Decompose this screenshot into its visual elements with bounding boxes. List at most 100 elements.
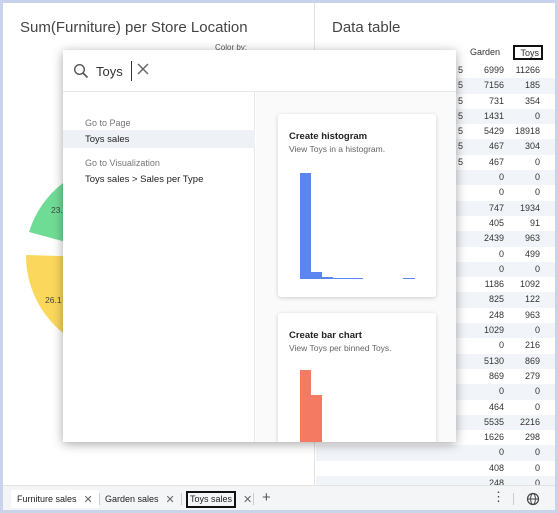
- more-options-button[interactable]: ⋮: [492, 489, 505, 505]
- bar: [311, 395, 322, 442]
- tab-label: Garden sales: [105, 494, 159, 504]
- garden-cell: 731: [488, 95, 504, 106]
- garden-cell: 825: [488, 294, 504, 305]
- toys-cell: 963: [524, 233, 540, 244]
- toys-cell: 304: [524, 141, 540, 152]
- toys-cell: 0: [534, 263, 540, 274]
- garden-cell: 6999: [483, 65, 504, 75]
- create-histogram-card[interactable]: Create histogram View Toys in a histogra…: [278, 114, 436, 297]
- garden-cell: 248: [488, 309, 504, 320]
- garden-cell: 7156: [483, 80, 504, 91]
- close-tab-icon[interactable]: ✕: [166, 493, 175, 506]
- garden-cell: 467: [488, 156, 504, 167]
- toys-cell: 354: [524, 95, 540, 106]
- tab-garden-sales[interactable]: Garden sales ✕: [105, 490, 175, 508]
- toys-cell: 122: [524, 294, 540, 305]
- section-header-go-to-visualization: Go to Visualization: [85, 158, 160, 168]
- toys-cell: 963: [524, 309, 540, 320]
- create-bar-chart-card[interactable]: Create bar chart View Toys per binned To…: [278, 313, 436, 442]
- hist-bar: [311, 272, 322, 279]
- garden-cell: 1626: [483, 432, 504, 443]
- pie-label-yellow: 26.1: [45, 295, 62, 305]
- toys-cell: 2216: [519, 416, 540, 427]
- page-tab-bar: Furniture sales ✕ Garden sales ✕ Toys sa…: [3, 485, 555, 510]
- hist-bar: [300, 173, 311, 279]
- tab-divider: [99, 493, 100, 505]
- garden-cell: 0: [498, 386, 504, 397]
- app-window: Sum(Furniture) per Store Location Color …: [3, 3, 555, 510]
- garden-cell: 5429: [483, 126, 504, 137]
- section-header-go-to-page: Go to Page: [85, 118, 131, 128]
- search-input[interactable]: [96, 61, 132, 81]
- toys-cell: 1092: [519, 279, 540, 290]
- garden-cell: 1029: [483, 325, 504, 336]
- toys-cell: 0: [534, 401, 540, 412]
- add-tab-button[interactable]: +: [262, 489, 271, 506]
- toys-cell: 499: [524, 248, 540, 259]
- result-page-toys-sales[interactable]: Toys sales: [63, 130, 255, 148]
- hist-bar: [403, 278, 415, 279]
- hist-bar: [322, 277, 333, 279]
- garden-cell: 0: [498, 172, 504, 183]
- tab-divider: [181, 493, 182, 505]
- column-header-toys[interactable]: Toys: [513, 45, 543, 60]
- tab-label: Toys sales: [186, 490, 237, 508]
- toys-cell: 0: [534, 187, 540, 198]
- search-dialog: Go to Page Toys sales Go to Visualizatio…: [63, 50, 456, 442]
- toys-cell: 11266: [515, 65, 540, 75]
- toys-cell: 0: [534, 110, 540, 121]
- globe-icon[interactable]: [526, 492, 540, 506]
- toys-cell: 0: [534, 156, 540, 167]
- search-results-list: Go to Page Toys sales Go to Visualizatio…: [63, 92, 255, 442]
- toys-cell: 279: [524, 370, 540, 381]
- garden-cell: 405: [488, 217, 504, 228]
- toys-cell: 0: [534, 325, 540, 336]
- garden-cell: 0: [498, 263, 504, 274]
- table-title: Data table: [332, 19, 401, 36]
- toys-cell: 0: [534, 172, 540, 183]
- card-subtitle: View Toys in a histogram.: [289, 144, 386, 154]
- toys-cell: 0: [534, 447, 540, 458]
- tab-label: Furniture sales: [17, 494, 77, 504]
- garden-cell: 1431: [483, 110, 504, 121]
- tab-furniture-sales[interactable]: Furniture sales ✕: [11, 490, 99, 508]
- toys-cell: 298: [524, 432, 540, 443]
- garden-cell: 1186: [484, 279, 504, 290]
- tab-divider: [253, 493, 254, 505]
- close-icon[interactable]: [136, 62, 150, 76]
- table-row: 00: [316, 445, 555, 461]
- card-title: Create histogram: [289, 131, 368, 142]
- toys-cell: 216: [524, 340, 540, 351]
- card-title: Create bar chart: [289, 330, 362, 341]
- garden-cell: 0: [498, 248, 504, 259]
- search-bar: [63, 50, 456, 92]
- toys-cell: 869: [524, 355, 540, 366]
- bar: [300, 370, 311, 442]
- pie-label-green: 23.: [51, 205, 63, 215]
- garden-cell: 0: [498, 447, 504, 458]
- close-tab-icon[interactable]: ✕: [243, 493, 252, 506]
- tab-divider: [513, 493, 514, 505]
- toys-cell: 0: [534, 386, 540, 397]
- garden-cell: 2439: [483, 233, 504, 244]
- tab-toys-sales[interactable]: Toys sales ✕: [186, 490, 252, 508]
- garden-cell: 467: [488, 141, 504, 152]
- suggestion-cards: Create histogram View Toys in a histogra…: [256, 92, 456, 442]
- toys-cell: 91: [529, 217, 540, 228]
- toys-cell: 18918: [514, 126, 540, 137]
- garden-cell: 869: [488, 370, 504, 381]
- garden-cell: 5130: [483, 355, 504, 366]
- toys-cell: 1934: [519, 202, 540, 213]
- close-tab-icon[interactable]: ✕: [84, 493, 93, 506]
- garden-cell: 0: [498, 340, 504, 351]
- garden-cell: 747: [488, 202, 504, 213]
- toys-cell: 185: [524, 80, 540, 91]
- hist-bar: [333, 278, 363, 279]
- garden-cell: 5535: [483, 416, 504, 427]
- garden-cell: 0: [498, 187, 504, 198]
- garden-cell: 464: [488, 401, 504, 412]
- result-viz-sales-per-type[interactable]: Toys sales > Sales per Type: [63, 170, 255, 188]
- card-subtitle: View Toys per binned Toys.: [289, 343, 392, 353]
- search-icon: [73, 63, 89, 79]
- toys-cell: 0: [534, 462, 540, 473]
